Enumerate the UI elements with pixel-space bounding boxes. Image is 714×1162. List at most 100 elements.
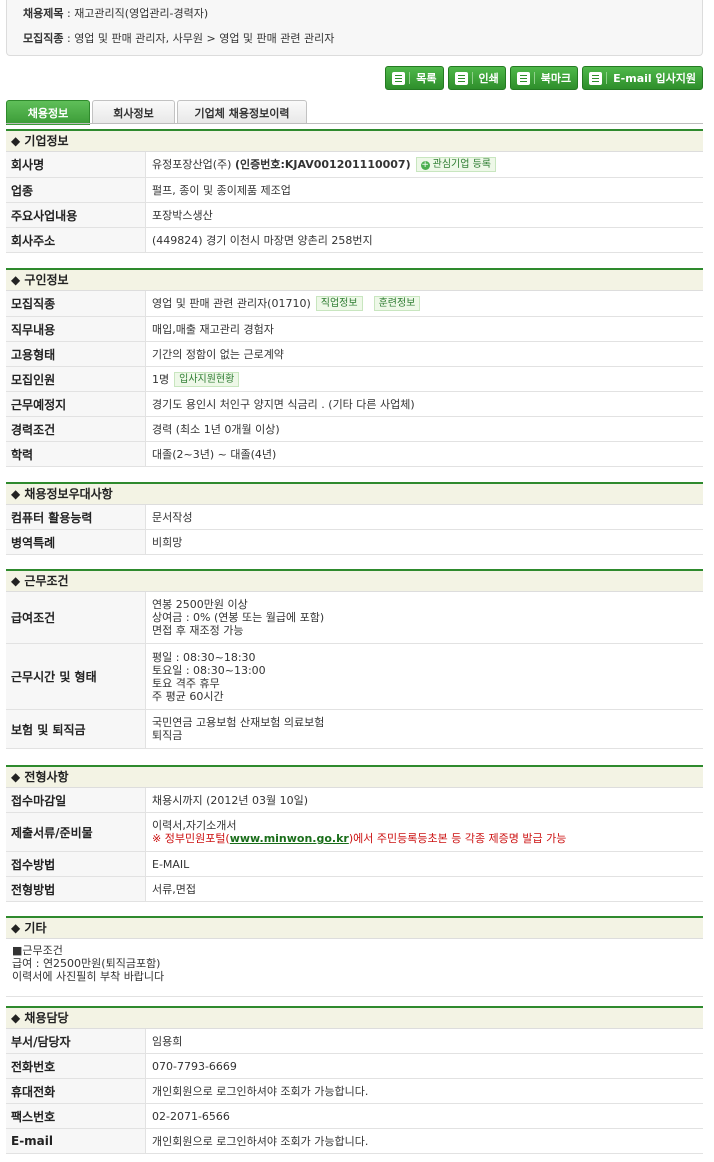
row-value: 평일 : 08:30~18:30 토요일 : 08:30~13:00 토요 격주… [146,644,703,709]
print-icon [454,71,468,85]
pencil-icon [589,71,603,85]
table-row: 학력 대졸(2~3년) ~ 대졸(4년) [6,442,703,467]
table-row: 병역특례 비희망 [6,530,703,555]
row-value-text: 영업 및 판매 관련 관리자(01710) [152,297,311,310]
insurance-line: 국민연금 고용보험 산재보험 의료보험 [152,716,325,729]
row-label: 모집직종 [6,291,146,316]
work-conditions-section: ◆ 근무조건 급여조건 연봉 2500만원 이상 상여금 : 0% (연봉 또는… [6,569,703,749]
row-value: 경기도 용인시 처인구 양지면 식금리 . (기타 다른 사업체) [152,397,415,411]
etc-line: 급여 : 연2500만원(퇴직금포함) [12,957,161,970]
etc-section: ◆ 기타 ■근무조건 급여 : 연2500만원(퇴직금포함) 이력서에 사진필히… [6,916,703,997]
row-label: 근무예정지 [6,392,146,416]
training-info-link[interactable]: 훈련정보 [373,296,421,311]
bookmark-icon [516,71,530,85]
row-value: 비희망 [152,535,183,549]
table-row: 근무예정지 경기도 용인시 처인구 양지면 식금리 . (기타 다른 사업체) [6,392,703,417]
row-label: 주요사업내용 [6,203,146,227]
button-divider [409,72,411,84]
row-value: 1명 입사지원현황 [146,367,703,391]
action-toolbar: 목록 인쇄 북마크 E-mail 입사지원 [385,66,703,90]
hours-line: 주 평균 60시간 [152,689,224,703]
section-heading: ◆ 근무조건 [6,569,703,592]
table-row: 컴퓨터 활용능력 문서작성 [6,505,703,530]
row-value: 펄프, 종이 및 종이제품 제조업 [152,183,291,197]
job-category-row: 모집직종 : 영업 및 판매 관리자, 사무원 > 영업 및 판매 관련 관리자 [23,32,335,45]
row-label: 전화번호 [6,1054,146,1078]
hours-line: 평일 : 08:30~18:30 [152,650,256,664]
etc-line: 이력서에 사진필히 부착 바랍니다 [12,970,165,983]
row-label: 고용형태 [6,342,146,366]
row-value: 개인회원으로 로그인하셔야 조회가 가능합니다. [152,1084,369,1098]
table-row: 보험 및 퇴직금 국민연금 고용보험 산재보험 의료보험 퇴직금 [6,710,703,749]
contact-section: ◆ 채용담당 부서/담당자 임용희 전화번호 070-7793-6669 휴대전… [6,1006,703,1154]
table-row: 모집직종 영업 및 판매 관련 관리자(01710) 직업정보 훈련정보 [6,291,703,317]
tab-job-info[interactable]: 채용정보 [6,100,90,125]
table-row: 주요사업내용 포장박스생산 [6,203,703,228]
row-value: 국민연금 고용보험 산재보험 의료보험 퇴직금 [146,710,703,748]
row-value-text: 1명 [152,372,170,386]
pay-line: 면접 후 재조정 가능 [152,624,244,637]
preference-section: ◆ 채용정보우대사항 컴퓨터 활용능력 문서작성 병역특례 비희망 [6,482,703,555]
row-label: 컴퓨터 활용능력 [6,505,146,529]
row-label: 접수마감일 [6,788,146,812]
table-row: 전화번호 070-7793-6669 [6,1054,703,1079]
document-icon [392,71,406,85]
pay-line: 상여금 : 0% (연봉 또는 월급에 포함) [152,611,325,624]
etc-content: ■근무조건 급여 : 연2500만원(퇴직금포함) 이력서에 사진필히 부착 바… [6,939,703,997]
minwon-portal-link[interactable]: www.minwon.go.kr [230,832,349,845]
row-label: 근무시간 및 형태 [6,644,146,709]
pay-line: 연봉 2500만원 이상 [152,598,248,611]
row-label: E-mail [6,1129,146,1153]
row-label: 보험 및 퇴직금 [6,710,146,748]
cert-number: (인증번호:KJAV001201110007) [234,158,411,171]
table-row: E-mail 개인회원으로 로그인하셔야 조회가 가능합니다. [6,1129,703,1154]
table-row: 전형방법 서류,면접 [6,877,703,902]
interest-company-button[interactable]: + 관심기업 등록 [415,157,497,172]
section-heading: ◆ 채용담당 [6,1006,703,1029]
job-title-label: 채용제목 [23,7,64,20]
tab-company-info[interactable]: 회사정보 [92,100,175,124]
section-heading: ◆ 구인정보 [6,268,703,291]
button-divider [471,72,473,84]
table-row: 팩스번호 02-2071-6566 [6,1104,703,1129]
list-button[interactable]: 목록 [385,66,444,90]
table-row: 회사명 유정포장산업(주) (인증번호:KJAV001201110007) + 관심… [6,152,703,178]
print-button[interactable]: 인쇄 [447,66,506,90]
row-value: 유정포장산업(주) (인증번호:KJAV001201110007) + 관심기업 등… [146,152,703,177]
docs-note-text: ※ 정부민원포털( [152,832,230,845]
job-category-value: 영업 및 판매 관리자, 사무원 > 영업 및 판매 관련 관리자 [74,32,335,45]
row-value: 연봉 2500만원 이상 상여금 : 0% (연봉 또는 월급에 포함) 면접 … [146,592,703,643]
docs-note-text: )에서 주민등록등초본 등 각종 제증명 발급 가능 [348,832,567,845]
row-value: 매입,매출 재고관리 경험자 [152,322,274,336]
row-label: 회사주소 [6,228,146,252]
table-row: 업종 펄프, 종이 및 종이제품 제조업 [6,178,703,203]
company-section: ◆ 기업정보 회사명 유정포장산업(주) (인증번호:KJAV001201110… [6,129,703,253]
row-label: 전형방법 [6,877,146,901]
print-button-label: 인쇄 [478,72,499,85]
section-heading: ◆ 기업정보 [6,129,703,152]
email-apply-button[interactable]: E-mail 입사지원 [582,66,703,90]
table-row: 회사주소 (449824) 경기 이천시 마장면 양촌리 258번지 [6,228,703,253]
job-category-label: 모집직종 [23,32,64,45]
company-name: 유정포장산업(주) [152,158,232,171]
row-value: 임용희 [152,1034,183,1048]
row-label: 회사명 [6,152,146,177]
tab-underline [6,123,703,124]
tab-company-history[interactable]: 기업체 채용정보이력 [177,100,307,124]
table-row: 휴대전화 개인회원으로 로그인하셔야 조회가 가능합니다. [6,1079,703,1104]
row-label: 접수방법 [6,852,146,876]
row-value: (449824) 경기 이천시 마장면 양촌리 258번지 [152,233,373,247]
row-value: E-MAIL [152,857,190,871]
etc-line: ■근무조건 [12,944,63,957]
bookmark-button[interactable]: 북마크 [509,66,579,90]
row-label: 직무내용 [6,317,146,341]
row-value: 개인회원으로 로그인하셔야 조회가 가능합니다. [152,1134,369,1148]
button-divider [606,72,608,84]
tab-bar: 채용정보 회사정보 기업체 채용정보이력 [6,100,703,125]
application-status-link[interactable]: 입사지원현황 [174,371,240,387]
selection-section: ◆ 전형사항 접수마감일 채용시까지 (2012년 03월 10일) 제출서류/… [6,765,703,902]
table-row: 근무시간 및 형태 평일 : 08:30~18:30 토요일 : 08:30~1… [6,644,703,710]
row-label: 팩스번호 [6,1104,146,1128]
job-info-link[interactable]: 직업정보 [315,296,363,311]
row-value: 기간의 정함이 없는 근로계약 [152,347,284,361]
